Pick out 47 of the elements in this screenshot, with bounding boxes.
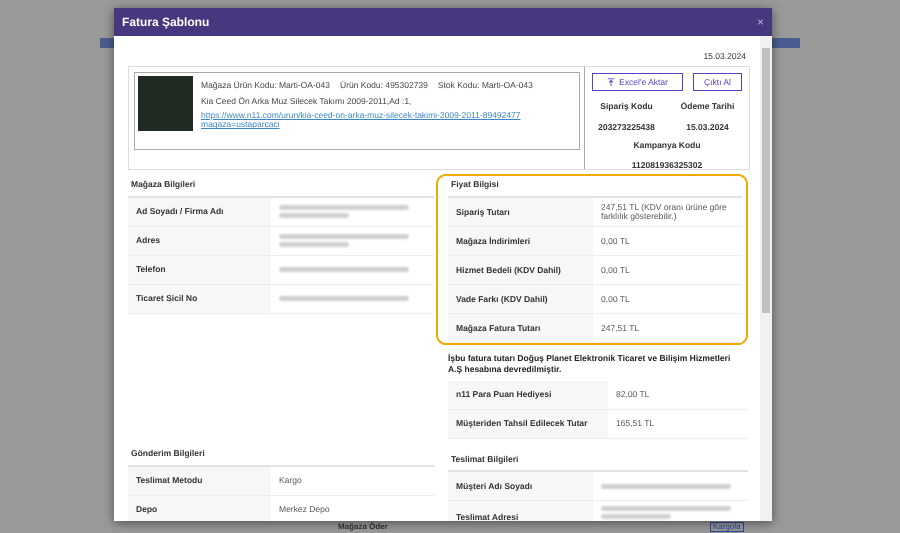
close-button[interactable]: × [756,16,764,28]
info-label: Ödeme Tarihi [680,100,736,113]
action-button[interactable]: Excel'e Aktar [592,73,683,91]
row-value: 82,00 TL [616,388,650,402]
product-link[interactable]: https://www.n11.com/urun/kia-ceed-on-arka-muz-silecek-takimi-2009-2011-89492477 magaza=ustaparcaci [201,110,521,130]
row-label: Müşteri Adı Soyadı [448,472,593,500]
scrollbar-thumb[interactable] [762,48,770,313]
row-label: Sipariş Tutarı [448,198,593,226]
info-value: 15.03.2024 [685,120,730,134]
product-photo-placeholder [138,76,193,131]
row-label: Ticaret Sicil No [128,284,271,313]
product-meta-text: Ürün Kodu: 495302739 [340,79,428,92]
row-value: 0,00 TL [601,266,631,276]
info-label: Kampanya Kodu [632,138,702,152]
row-value: Merkez Depo [279,503,331,516]
info-value: 112081936325302 [630,159,704,172]
date-text: 15.03.2024 [702,50,747,63]
row-label: Vade Farkı (KDV Dahil) [448,285,593,314]
row-label: Teslimat Metodu [128,466,271,494]
row-label: Hizmet Bedeli (KDV Dahil) [448,256,593,284]
row-value: 247,51 TL (KDV oranı ürüne göre farklılık gösterebilir.) [601,202,728,222]
row-label: Telefon [128,256,271,284]
note-text: İşbu fatura tutarı Doğuş Planet Elektronik Ticaret ve Bilişim Hizmetleri A.Ş hesabına devredilmiştir. [448,353,732,375]
row-label: Adres [128,226,271,255]
info-label: Sipariş Kodu [599,100,654,113]
row-label: Müşteriden Tahsil Edilecek Tutar [448,410,608,438]
window-title: Fatura Şablonu [122,14,210,31]
action-button[interactable]: Çıktı Al [692,73,742,91]
row-value: 247,51 TL [601,324,640,334]
row-label: Teslimat Adresi [448,501,593,521]
product-name: Kia Ceed Ön Arka Muz Silecek Takımı 2009-2011,Ad :1, [201,94,412,108]
upload-icon [607,78,616,86]
row-label: Mağaza Fatura Tutarı [448,314,593,342]
row-label: Mağaza İndirimleri [448,227,593,256]
product-meta-text: Mağaza Ürün Kodu: Marti-OA-043 [201,79,330,92]
row-label: Depo [128,496,271,521]
row-value: 165,51 TL [616,417,656,430]
row-value: 0,00 TL [601,236,631,246]
row-value: Kargo [279,474,303,487]
scrollbar[interactable] [760,36,772,521]
row-label: n11 Para Puan Hediyesi [448,380,608,409]
background-text: Mağaza Öder [338,523,388,531]
background-text: Kargola [710,522,744,532]
product-meta-text: Stok Kodu: Marti-OA-043 [438,79,533,92]
info-value: 203273225438 [597,120,656,134]
row-value: 0,00 TL [601,294,631,304]
row-label: Ad Soyadı / Firma Adı [128,198,271,226]
